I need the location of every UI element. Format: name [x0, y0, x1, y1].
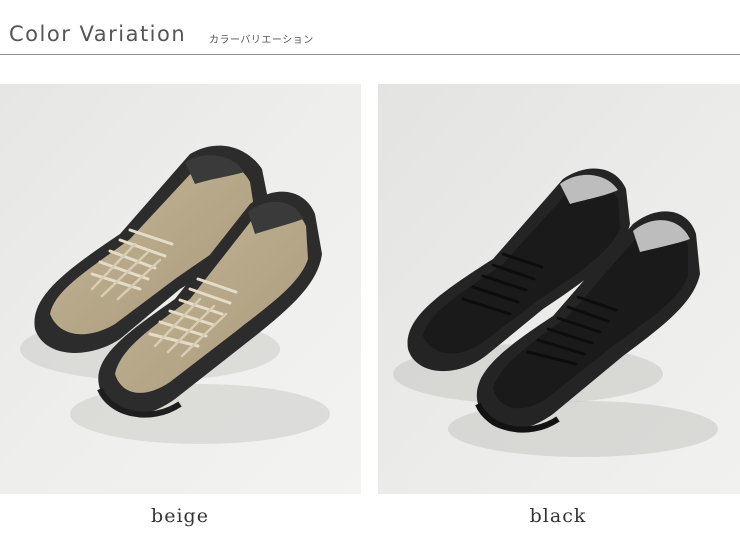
variant-label-black: black: [529, 505, 587, 527]
product-photo-black[interactable]: [378, 84, 740, 494]
section-header: Color Variation カラーバリエーション: [0, 0, 740, 55]
variant-label-beige: beige: [151, 505, 209, 527]
product-photo-beige[interactable]: [0, 84, 361, 494]
section-title: Color Variation: [9, 22, 187, 46]
section-subtitle: カラーバリエーション: [209, 35, 314, 46]
header-divider: [0, 54, 740, 55]
